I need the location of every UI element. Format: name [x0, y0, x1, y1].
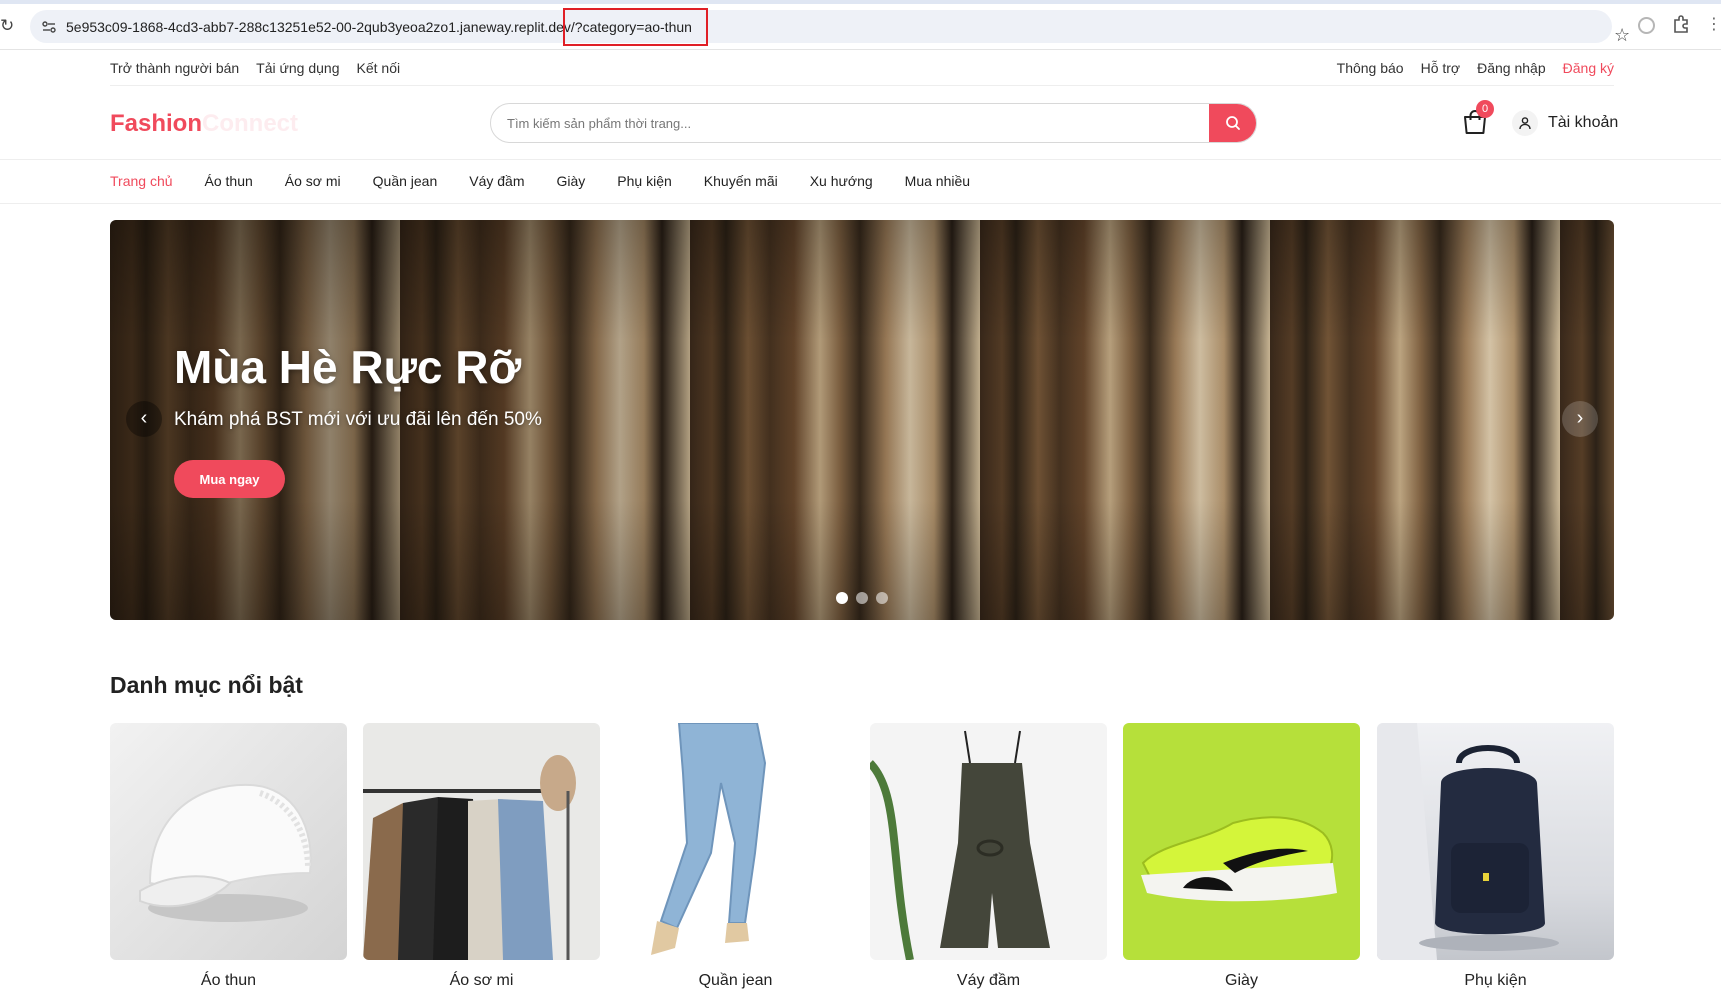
category-image-jeans [617, 723, 854, 960]
nav-item-mua-nhieu[interactable]: Mua nhiều [905, 173, 970, 189]
notifications-link[interactable]: Thông báo [1337, 60, 1404, 76]
search-input[interactable] [507, 104, 1197, 142]
hero-title: Mùa Hè Rực Rỡ [174, 341, 522, 393]
category-image-cap [110, 723, 347, 960]
category-image-sneaker [1123, 723, 1360, 960]
slide-dot-1[interactable] [836, 592, 848, 604]
nav-item-phu-kien[interactable]: Phụ kiện [617, 173, 671, 189]
site-logo[interactable]: FashionConnect [110, 110, 298, 138]
nav-item-ao-so-mi[interactable]: Áo sơ mi [285, 173, 341, 189]
nav-item-vay-dam[interactable]: Váy đầm [469, 173, 524, 189]
utility-bar: Trở thành người bán Tải ứng dụng Kết nối… [110, 50, 1614, 86]
search-box [490, 103, 1257, 143]
support-link[interactable]: Hỗ trợ [1421, 60, 1461, 76]
category-label: Phụ kiện [1464, 972, 1527, 989]
bookmark-star-icon[interactable]: ☆ [1614, 24, 1630, 46]
nav-item-giay[interactable]: Giày [557, 173, 586, 189]
search-button[interactable] [1209, 104, 1256, 142]
category-label: Áo sơ mi [449, 972, 514, 989]
hero-next-arrow-icon[interactable]: › [1562, 401, 1598, 437]
site-info-icon[interactable] [40, 18, 58, 36]
main-navigation: Trang chủ Áo thun Áo sơ mi Quần jean Váy… [0, 160, 1721, 204]
extension-icon[interactable] [1638, 17, 1655, 34]
shop-now-button[interactable]: Mua ngay [174, 460, 285, 498]
nav-item-home[interactable]: Trang chủ [110, 173, 173, 189]
category-label: Váy đầm [956, 972, 1021, 989]
category-image-shirts-rack [363, 723, 600, 960]
hero-subtitle: Khám phá BST mới với ưu đãi lên đến 50% [174, 409, 542, 430]
login-link[interactable]: Đăng nhập [1477, 60, 1546, 76]
user-icon [1519, 117, 1531, 130]
puzzle-extensions-icon[interactable] [1672, 14, 1692, 34]
site-header: FashionConnect 0 Tài khoản [0, 86, 1721, 160]
slide-dot-2[interactable] [856, 592, 868, 604]
logo-part-fashion: Fashion [110, 110, 203, 137]
category-card-ao-thun[interactable]: Áo thun [110, 723, 347, 989]
account-avatar [1512, 110, 1538, 136]
url-query-highlight-box [563, 8, 708, 46]
account-menu[interactable]: Tài khoản [1512, 110, 1618, 136]
category-image-backpack [1377, 723, 1614, 960]
download-app-link[interactable]: Tải ứng dụng [256, 60, 339, 76]
signup-link[interactable]: Đăng ký [1563, 60, 1614, 76]
hero-banner: Mùa Hè Rực Rỡ Khám phá BST mới với ưu đã… [110, 220, 1614, 620]
category-label: Giày [1225, 972, 1258, 989]
hero-slide-dots [836, 592, 888, 604]
category-card-quan-jean[interactable]: Quần jean [617, 723, 854, 989]
browser-top-edge [0, 0, 1721, 4]
browser-menu-icon[interactable]: ⋮ [1706, 16, 1721, 36]
nav-item-quan-jean[interactable]: Quần jean [373, 173, 438, 189]
category-image-romper [870, 723, 1107, 960]
become-seller-link[interactable]: Trở thành người bán [110, 60, 239, 76]
connect-link[interactable]: Kết nối [357, 60, 401, 76]
category-card-ao-so-mi[interactable]: Áo sơ mi [363, 723, 600, 989]
utility-links-left: Trở thành người bán Tải ứng dụng Kết nối [110, 60, 400, 76]
nav-item-xu-huong[interactable]: Xu hướng [810, 173, 873, 189]
slide-dot-3[interactable] [876, 592, 888, 604]
category-card-giay[interactable]: Giày [1123, 723, 1360, 989]
search-icon [1225, 116, 1240, 130]
category-grid: Áo thun Áo sơ mi Quần jean Váy đầm Giày … [110, 723, 1614, 996]
address-bar[interactable]: 5e953c09-1868-4cd3-abb7-288c13251e52-00-… [30, 10, 1630, 45]
category-label: Áo thun [200, 972, 257, 989]
logo-part-connect: Connect [202, 110, 299, 137]
category-label: Quần jean [698, 972, 773, 989]
category-card-phu-kien[interactable]: Phụ kiện [1377, 723, 1614, 989]
nav-item-khuyen-mai[interactable]: Khuyến mãi [704, 173, 778, 189]
account-label: Tài khoản [1548, 114, 1619, 131]
utility-links-right: Thông báo Hỗ trợ Đăng nhập Đăng ký [1337, 60, 1614, 76]
hero-prev-arrow-icon[interactable]: ‹ [126, 401, 162, 437]
nav-item-ao-thun[interactable]: Áo thun [205, 173, 253, 189]
nav-items: Trang chủ Áo thun Áo sơ mi Quần jean Váy… [110, 173, 970, 189]
category-card-vay-dam[interactable]: Váy đầm [870, 723, 1107, 989]
cart-count-badge: 0 [1476, 100, 1494, 118]
reload-icon[interactable]: ↻ [0, 15, 16, 37]
featured-categories-title: Danh mục nổi bật [110, 672, 303, 698]
browser-toolbar: ↻ 5e953c09-1868-4cd3-abb7-288c13251e52-0… [0, 0, 1721, 50]
